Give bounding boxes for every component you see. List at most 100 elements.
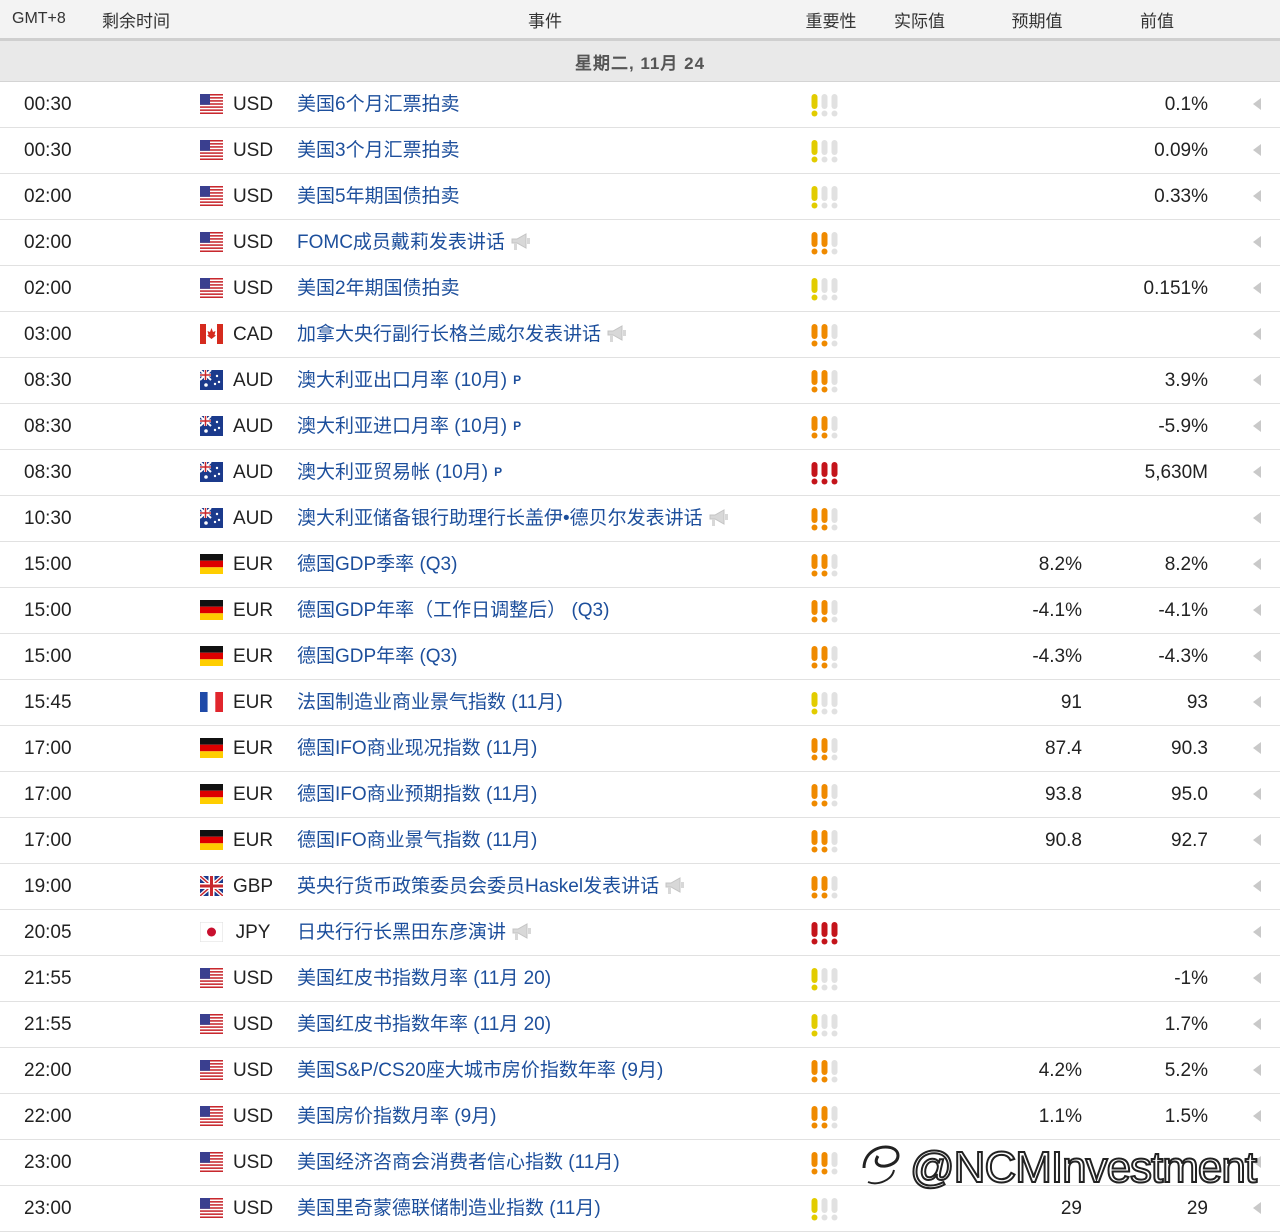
event-title[interactable]: 澳大利亚储备银行助理行长盖伊•德贝尔发表讲话	[297, 508, 703, 529]
expand-arrow-icon[interactable]	[1252, 327, 1262, 341]
event-link[interactable]: 美国经济咨商会消费者信心指数 (11月)	[297, 1140, 620, 1185]
expand-arrow-icon[interactable]	[1252, 1063, 1262, 1077]
event-title[interactable]: 德国IFO商业景气指数 (11月)	[297, 830, 537, 851]
event-link[interactable]: 德国GDP年率（工作日调整后） (Q3)	[297, 588, 609, 633]
table-row[interactable]: 21:55 USD 美国红皮书指数年率 (11月 20) 1.7%	[0, 1002, 1280, 1048]
expand-arrow-icon[interactable]	[1252, 971, 1262, 985]
expand-arrow-icon[interactable]	[1252, 465, 1262, 479]
expand-arrow-icon[interactable]	[1252, 189, 1262, 203]
event-title[interactable]: 德国IFO商业现况指数 (11月)	[297, 738, 537, 759]
importance-bang-icon	[820, 1105, 829, 1129]
event-link[interactable]: 美国红皮书指数年率 (11月 20)	[297, 1002, 551, 1047]
event-title[interactable]: 美国6个月汇票拍卖	[297, 94, 460, 115]
event-link[interactable]: 美国6个月汇票拍卖	[297, 82, 460, 127]
event-title[interactable]: 德国GDP年率（工作日调整后） (Q3)	[297, 600, 609, 621]
table-row[interactable]: 15:00 EUR 德国GDP季率 (Q3) 8.2% 8.2%	[0, 542, 1280, 588]
event-link[interactable]: 澳大利亚贸易帐 (10月) P	[297, 450, 502, 495]
expand-arrow-icon[interactable]	[1252, 833, 1262, 847]
expand-arrow-icon[interactable]	[1252, 925, 1262, 939]
table-row[interactable]: 15:45 EUR 法国制造业商业景气指数 (11月) 91 93	[0, 680, 1280, 726]
event-link[interactable]: 英央行货币政策委员会委员Haskel发表讲话	[297, 864, 685, 909]
event-link[interactable]: FOMC成员戴莉发表讲话	[297, 220, 531, 265]
expand-arrow-icon[interactable]	[1252, 143, 1262, 157]
event-title[interactable]: 法国制造业商业景气指数 (11月)	[297, 692, 563, 713]
expand-arrow-icon[interactable]	[1252, 603, 1262, 617]
table-row[interactable]: 22:00 USD 美国S&P/CS20座大城市房价指数年率 (9月) 4.2% 5.2…	[0, 1048, 1280, 1094]
expand-arrow-icon[interactable]	[1252, 695, 1262, 709]
event-title[interactable]: 澳大利亚贸易帐 (10月)	[297, 462, 488, 483]
event-title[interactable]: 美国2年期国债拍卖	[297, 278, 460, 299]
table-row[interactable]: 19:00 GBP 英央行货币政策委员会委员Haskel发表讲话	[0, 864, 1280, 910]
event-title[interactable]: 美国红皮书指数月率 (11月 20)	[297, 968, 551, 989]
event-title[interactable]: 英央行货币政策委员会委员Haskel发表讲话	[297, 876, 659, 897]
event-title[interactable]: 美国3个月汇票拍卖	[297, 140, 460, 161]
table-row[interactable]: 03:00 CAD 加拿大央行副行长格兰威尔发表讲话	[0, 312, 1280, 358]
expand-arrow-icon[interactable]	[1252, 1201, 1262, 1215]
table-row[interactable]: 00:30 USD 美国6个月汇票拍卖 0.1%	[0, 82, 1280, 128]
event-link[interactable]: 美国里奇蒙德联储制造业指数 (11月)	[297, 1186, 601, 1231]
table-row[interactable]: 20:05 JPY 日央行行长黑田东彦演讲	[0, 910, 1280, 956]
event-link[interactable]: 德国GDP季率 (Q3)	[297, 542, 457, 587]
event-link[interactable]: 澳大利亚出口月率 (10月) P	[297, 358, 521, 403]
expand-arrow-icon[interactable]	[1252, 879, 1262, 893]
event-title[interactable]: 美国5年期国债拍卖	[297, 186, 460, 207]
event-title[interactable]: 德国GDP季率 (Q3)	[297, 554, 457, 575]
expand-arrow-icon[interactable]	[1252, 557, 1262, 571]
event-title[interactable]: 德国GDP年率 (Q3)	[297, 646, 457, 667]
expand-arrow-icon[interactable]	[1252, 649, 1262, 663]
event-link[interactable]: 美国红皮书指数月率 (11月 20)	[297, 956, 551, 1001]
expand-arrow-icon[interactable]	[1252, 787, 1262, 801]
event-link[interactable]: 加拿大央行副行长格兰威尔发表讲话	[297, 312, 627, 357]
table-row[interactable]: 00:30 USD 美国3个月汇票拍卖 0.09%	[0, 128, 1280, 174]
table-row[interactable]: 17:00 EUR 德国IFO商业现况指数 (11月) 87.4 90.3	[0, 726, 1280, 772]
table-row[interactable]: 15:00 EUR 德国GDP年率 (Q3) -4.3% -4.3%	[0, 634, 1280, 680]
table-row[interactable]: 08:30 AUD 澳大利亚出口月率 (10月) P 3.9%	[0, 358, 1280, 404]
event-title[interactable]: 日央行行长黑田东彦演讲	[297, 922, 506, 943]
expand-arrow-icon[interactable]	[1252, 419, 1262, 433]
event-title[interactable]: FOMC成员戴莉发表讲话	[297, 232, 505, 253]
event-title[interactable]: 美国房价指数月率 (9月)	[297, 1106, 497, 1127]
table-row[interactable]: 08:30 AUD 澳大利亚贸易帐 (10月) P 5,630M	[0, 450, 1280, 496]
event-link[interactable]: 美国3个月汇票拍卖	[297, 128, 460, 173]
event-link[interactable]: 德国IFO商业预期指数 (11月)	[297, 772, 537, 817]
table-row[interactable]: 15:00 EUR 德国GDP年率（工作日调整后） (Q3) -4.1% -4.1%	[0, 588, 1280, 634]
event-link[interactable]: 美国5年期国债拍卖	[297, 174, 460, 219]
event-title[interactable]: 德国IFO商业预期指数 (11月)	[297, 784, 537, 805]
event-title[interactable]: 美国红皮书指数年率 (11月 20)	[297, 1014, 551, 1035]
event-title[interactable]: 加拿大央行副行长格兰威尔发表讲话	[297, 324, 601, 345]
event-link[interactable]: 德国GDP年率 (Q3)	[297, 634, 457, 679]
event-title[interactable]: 美国S&P/CS20座大城市房价指数年率 (9月)	[297, 1060, 663, 1081]
event-link[interactable]: 美国房价指数月率 (9月)	[297, 1094, 497, 1139]
expand-arrow-icon[interactable]	[1252, 741, 1262, 755]
expand-arrow-icon[interactable]	[1252, 1109, 1262, 1123]
event-title[interactable]: 澳大利亚出口月率 (10月)	[297, 370, 507, 391]
table-row[interactable]: 22:00 USD 美国房价指数月率 (9月) 1.1% 1.5%	[0, 1094, 1280, 1140]
event-link[interactable]: 澳大利亚进口月率 (10月) P	[297, 404, 521, 449]
event-title[interactable]: 澳大利亚进口月率 (10月)	[297, 416, 507, 437]
event-title[interactable]: 美国经济咨商会消费者信心指数 (11月)	[297, 1152, 620, 1173]
expand-arrow-icon[interactable]	[1252, 511, 1262, 525]
expand-arrow-icon[interactable]	[1252, 97, 1262, 111]
table-row[interactable]: 10:30 AUD 澳大利亚储备银行助理行长盖伊•德贝尔发表讲话	[0, 496, 1280, 542]
event-link[interactable]: 美国2年期国债拍卖	[297, 266, 460, 311]
expand-arrow-icon[interactable]	[1252, 1017, 1262, 1031]
table-row[interactable]: 21:55 USD 美国红皮书指数月率 (11月 20) -1%	[0, 956, 1280, 1002]
expand-arrow-icon[interactable]	[1252, 373, 1262, 387]
event-link[interactable]: 德国IFO商业景气指数 (11月)	[297, 818, 537, 863]
table-row[interactable]: 17:00 EUR 德国IFO商业预期指数 (11月) 93.8 95.0	[0, 772, 1280, 818]
event-link[interactable]: 法国制造业商业景气指数 (11月)	[297, 680, 563, 725]
event-title[interactable]: 美国里奇蒙德联储制造业指数 (11月)	[297, 1198, 601, 1219]
table-row[interactable]: 02:00 USD 美国2年期国债拍卖 0.151%	[0, 266, 1280, 312]
expand-arrow-icon[interactable]	[1252, 235, 1262, 249]
table-row[interactable]: 02:00 USD FOMC成员戴莉发表讲话	[0, 220, 1280, 266]
event-link[interactable]: 日央行行长黑田东彦演讲	[297, 910, 532, 955]
table-row[interactable]: 17:00 EUR 德国IFO商业景气指数 (11月) 90.8 92.7	[0, 818, 1280, 864]
timezone-header[interactable]: GMT+8	[0, 10, 90, 28]
forecast-value: 87.4	[1045, 738, 1082, 759]
table-row[interactable]: 08:30 AUD 澳大利亚进口月率 (10月) P -5.9%	[0, 404, 1280, 450]
event-link[interactable]: 美国S&P/CS20座大城市房价指数年率 (9月)	[297, 1048, 663, 1093]
expand-arrow-icon[interactable]	[1252, 281, 1262, 295]
event-link[interactable]: 德国IFO商业现况指数 (11月)	[297, 726, 537, 771]
event-link[interactable]: 澳大利亚储备银行助理行长盖伊•德贝尔发表讲话	[297, 496, 729, 541]
table-row[interactable]: 02:00 USD 美国5年期国债拍卖 0.33%	[0, 174, 1280, 220]
